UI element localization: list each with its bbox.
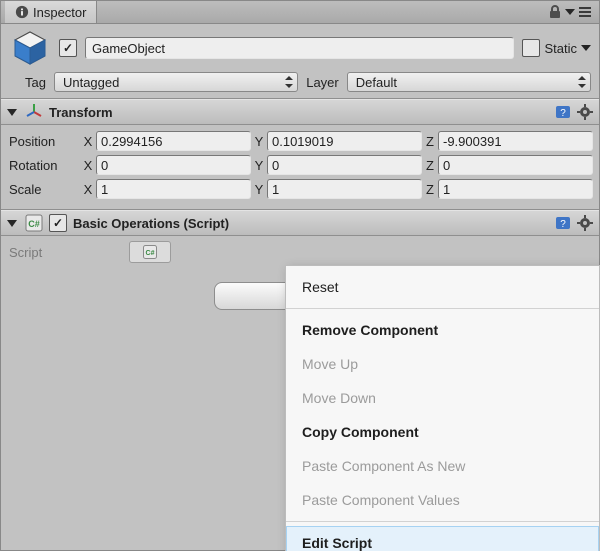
gameobject-name-input[interactable] bbox=[85, 37, 514, 59]
svg-text:?: ? bbox=[560, 219, 566, 230]
rotation-row: Rotation X Y Z bbox=[1, 153, 599, 177]
csharp-script-icon: C# bbox=[143, 245, 157, 259]
gear-icon[interactable] bbox=[577, 215, 593, 231]
panel-menu[interactable] bbox=[549, 5, 591, 19]
gameobject-active-checkbox[interactable] bbox=[59, 39, 77, 57]
static-dropdown-icon[interactable] bbox=[581, 45, 591, 51]
lock-icon bbox=[549, 5, 561, 19]
gameobject-header: Static Tag Untagged Layer Default bbox=[1, 24, 599, 99]
transform-title: Transform bbox=[49, 105, 113, 120]
script-field-label: Script bbox=[1, 245, 129, 260]
position-row: Position X Y Z bbox=[1, 129, 599, 153]
tag-dropdown[interactable]: Untagged bbox=[54, 72, 298, 92]
script-object-field[interactable]: C# bbox=[129, 241, 171, 263]
scale-row: Scale X Y Z bbox=[1, 177, 599, 201]
scale-x-input[interactable] bbox=[96, 179, 251, 199]
csharp-script-icon: C# bbox=[25, 214, 43, 232]
position-z-input[interactable] bbox=[438, 131, 593, 151]
menu-separator bbox=[286, 521, 599, 522]
tab-bar: Inspector bbox=[1, 1, 599, 24]
tab-inspector[interactable]: Inspector bbox=[5, 1, 97, 23]
menu-item-paste-component-as-new: Paste Component As New bbox=[286, 449, 599, 483]
script-enabled-checkbox[interactable] bbox=[49, 214, 67, 232]
chevron-down-icon bbox=[565, 9, 575, 15]
info-icon bbox=[15, 5, 29, 19]
menu-item-move-down: Move Down bbox=[286, 381, 599, 415]
transform-body: Position X Y Z Rotation X Y Z Scale X Y … bbox=[1, 125, 599, 210]
rotation-label: Rotation bbox=[1, 158, 80, 173]
component-context-menu: Reset Remove ComponentMove UpMove DownCop… bbox=[285, 265, 600, 551]
tag-value: Untagged bbox=[63, 75, 119, 90]
scale-y-input[interactable] bbox=[267, 179, 422, 199]
position-x-input[interactable] bbox=[96, 131, 251, 151]
inspector-window: Inspector bbox=[0, 0, 600, 551]
transform-axes-icon bbox=[25, 103, 43, 121]
svg-text:C#: C# bbox=[146, 250, 155, 257]
menu-item-paste-component-values: Paste Component Values bbox=[286, 483, 599, 517]
help-book-icon[interactable]: ? bbox=[555, 104, 571, 120]
layer-dropdown[interactable]: Default bbox=[347, 72, 591, 92]
layer-value: Default bbox=[356, 75, 397, 90]
rotation-x-input[interactable] bbox=[96, 155, 251, 175]
axis-y: Y bbox=[251, 134, 267, 149]
position-label: Position bbox=[1, 134, 80, 149]
help-book-icon[interactable]: ? bbox=[555, 215, 571, 231]
axis-z: Z bbox=[422, 134, 438, 149]
axis-x: X bbox=[80, 134, 96, 149]
static-label: Static bbox=[544, 41, 577, 56]
position-y-input[interactable] bbox=[267, 131, 422, 151]
svg-text:?: ? bbox=[560, 108, 566, 119]
layer-label: Layer bbox=[306, 75, 339, 90]
menu-item-reset[interactable]: Reset bbox=[286, 270, 599, 304]
rotation-y-input[interactable] bbox=[267, 155, 422, 175]
scale-z-input[interactable] bbox=[438, 179, 593, 199]
updown-icon bbox=[578, 76, 586, 88]
hamburger-menu-icon[interactable] bbox=[579, 7, 591, 17]
scale-label: Scale bbox=[1, 182, 80, 197]
script-field-row: Script C# bbox=[1, 240, 599, 264]
menu-item-copy-component[interactable]: Copy Component bbox=[286, 415, 599, 449]
transform-component-header[interactable]: Transform ? bbox=[1, 99, 599, 125]
tab-label: Inspector bbox=[33, 5, 86, 20]
menu-item-remove-component[interactable]: Remove Component bbox=[286, 313, 599, 347]
gear-icon[interactable] bbox=[577, 104, 593, 120]
svg-text:C#: C# bbox=[28, 219, 40, 229]
gameobject-icon[interactable] bbox=[12, 30, 48, 66]
rotation-z-input[interactable] bbox=[438, 155, 593, 175]
menu-item-edit-script[interactable]: Edit Script bbox=[286, 526, 599, 551]
foldout-icon[interactable] bbox=[7, 109, 17, 116]
menu-item-move-up: Move Up bbox=[286, 347, 599, 381]
static-checkbox[interactable] bbox=[522, 39, 540, 57]
script-component-header[interactable]: C# Basic Operations (Script) ? bbox=[1, 210, 599, 236]
foldout-icon[interactable] bbox=[7, 220, 17, 227]
updown-icon bbox=[285, 76, 293, 88]
menu-separator bbox=[286, 308, 599, 309]
script-component-title: Basic Operations (Script) bbox=[73, 216, 229, 231]
tag-label: Tag bbox=[25, 75, 46, 90]
